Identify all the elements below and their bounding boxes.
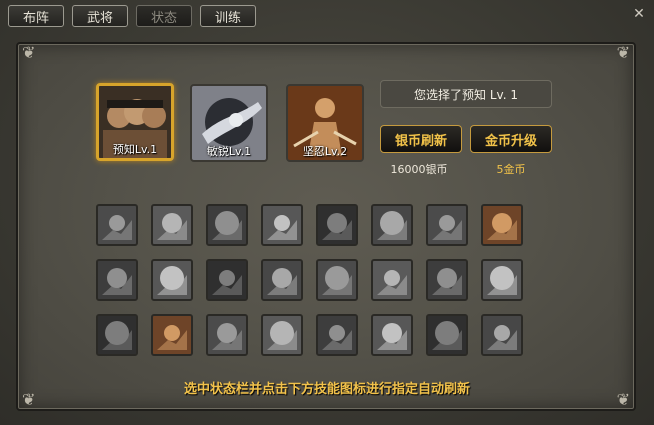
status-slot-label: 敏锐Lv.1 [206, 145, 252, 158]
shield-icon[interactable] [371, 259, 413, 301]
status-slot-label: 预知Lv.1 [112, 143, 158, 156]
ornament-icon: ❦ [22, 43, 36, 62]
status-slot-keen[interactable]: 敏锐Lv.1 [190, 84, 268, 162]
horse-rider-icon[interactable] [206, 204, 248, 246]
army-silhouette-icon[interactable] [426, 314, 468, 356]
lightning-icon[interactable] [316, 259, 358, 301]
close-icon[interactable]: ✕ [631, 6, 647, 22]
instruction-hint: 选中状态栏并点击下方技能图标进行指定自动刷新 [183, 382, 470, 397]
soldier-icon[interactable] [426, 204, 468, 246]
crescent-icon[interactable] [261, 314, 303, 356]
charging-horse-icon[interactable] [206, 259, 248, 301]
selection-info: 您选择了预知 Lv. 1 [380, 80, 552, 108]
top-tab-bar: 布阵 武将 状态 训练 [8, 5, 256, 29]
pagoda-icon[interactable] [151, 204, 193, 246]
ornament-icon: ❦ [616, 43, 630, 62]
armored-general-icon[interactable] [426, 259, 468, 301]
mounted-archer-icon[interactable] [261, 259, 303, 301]
warrior-portrait-icon[interactable] [481, 204, 523, 246]
tab-training[interactable]: 训练 [200, 5, 256, 27]
sword-slash-icon[interactable] [261, 204, 303, 246]
tab-status[interactable]: 状态 [136, 5, 192, 27]
broken-heart-icon[interactable] [96, 314, 138, 356]
tab-generals[interactable]: 武将 [72, 5, 128, 27]
general-face-icon[interactable] [316, 314, 358, 356]
gold-cost: 5金币 [496, 163, 526, 176]
vortex-icon[interactable] [371, 314, 413, 356]
status-window: 布阵 武将 状态 训练 ✕ ❦ ❦ ❦ ❦ 预知Lv.1 敏锐Lv.1 坚忍Lv… [0, 0, 654, 425]
tab-formation[interactable]: 布阵 [8, 5, 64, 27]
status-slot-foresight[interactable]: 预知Lv.1 [96, 83, 174, 161]
cloaked-figure-icon[interactable] [316, 204, 358, 246]
sage-face-icon[interactable] [481, 259, 523, 301]
fist-burst-icon[interactable] [96, 259, 138, 301]
three-generals-icon[interactable] [151, 314, 193, 356]
ripple-icon[interactable] [371, 204, 413, 246]
compass-shield-icon[interactable] [206, 314, 248, 356]
helmet-warrior-icon[interactable] [481, 314, 523, 356]
target-icon[interactable] [96, 204, 138, 246]
silver-cost: 16000银币 [390, 163, 448, 176]
status-slot-label: 坚忍Lv.2 [302, 145, 348, 158]
gold-upgrade-button[interactable]: 金币升级 [470, 125, 552, 153]
knight-icon[interactable] [151, 259, 193, 301]
status-slot-endurance[interactable]: 坚忍Lv.2 [286, 84, 364, 162]
silver-refresh-button[interactable]: 银币刷新 [380, 125, 462, 153]
